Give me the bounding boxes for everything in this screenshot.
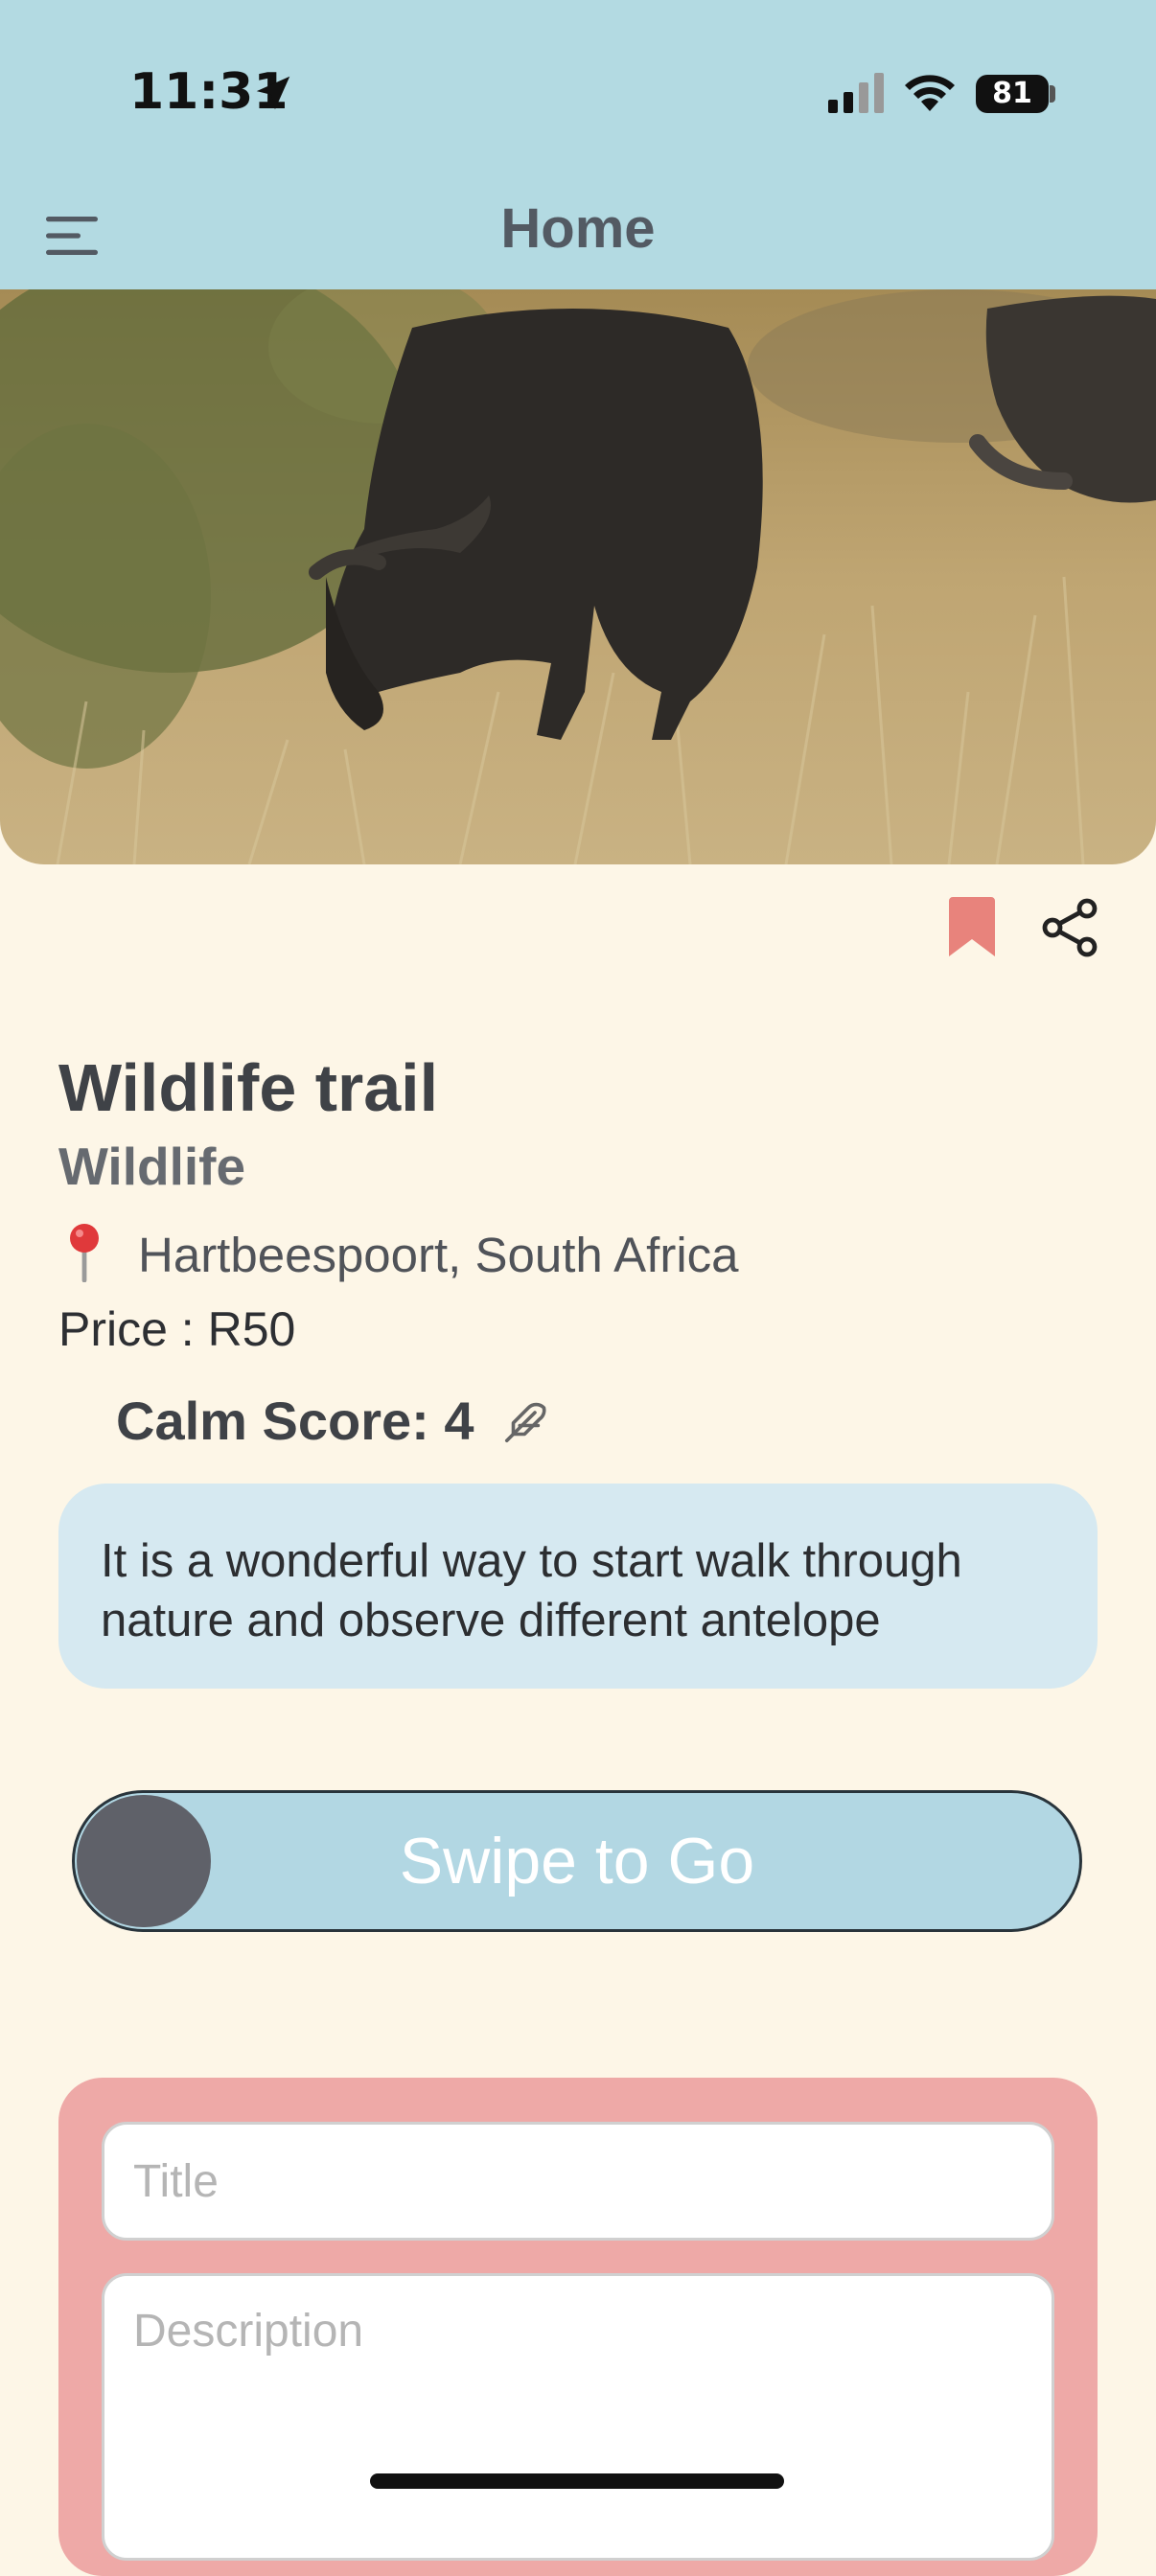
activity-title: Wildlife trail xyxy=(58,1050,439,1125)
activity-photo xyxy=(0,289,1156,864)
title-input[interactable] xyxy=(102,2122,1054,2241)
share-icon[interactable] xyxy=(1039,897,1100,958)
wifi-icon xyxy=(905,75,955,111)
activity-category: Wildlife xyxy=(58,1137,246,1196)
battery-tip xyxy=(1050,85,1055,103)
cellular-signal-icon xyxy=(828,73,884,113)
activity-price: Price : R50 xyxy=(58,1302,296,1356)
feather-icon xyxy=(504,1402,546,1443)
description-input[interactable] xyxy=(102,2273,1054,2561)
battery-indicator: 81 xyxy=(976,75,1049,113)
calm-score: Calm Score: 4 xyxy=(116,1391,474,1451)
page-title: Home xyxy=(500,197,656,260)
swipe-label: Swipe to Go xyxy=(399,1825,755,1898)
activity-description: It is a wonderful way to start walk thro… xyxy=(58,1484,1098,1689)
location-arrow-icon xyxy=(256,76,290,110)
activity-location: Hartbeespoort, South Africa xyxy=(138,1228,739,1282)
map-pin-icon xyxy=(70,1224,99,1282)
swipe-handle[interactable] xyxy=(77,1795,211,1927)
bookmark-icon[interactable] xyxy=(949,897,995,956)
swipe-to-go-slider[interactable]: Swipe to Go xyxy=(72,1790,1082,1932)
home-indicator xyxy=(370,2473,784,2489)
